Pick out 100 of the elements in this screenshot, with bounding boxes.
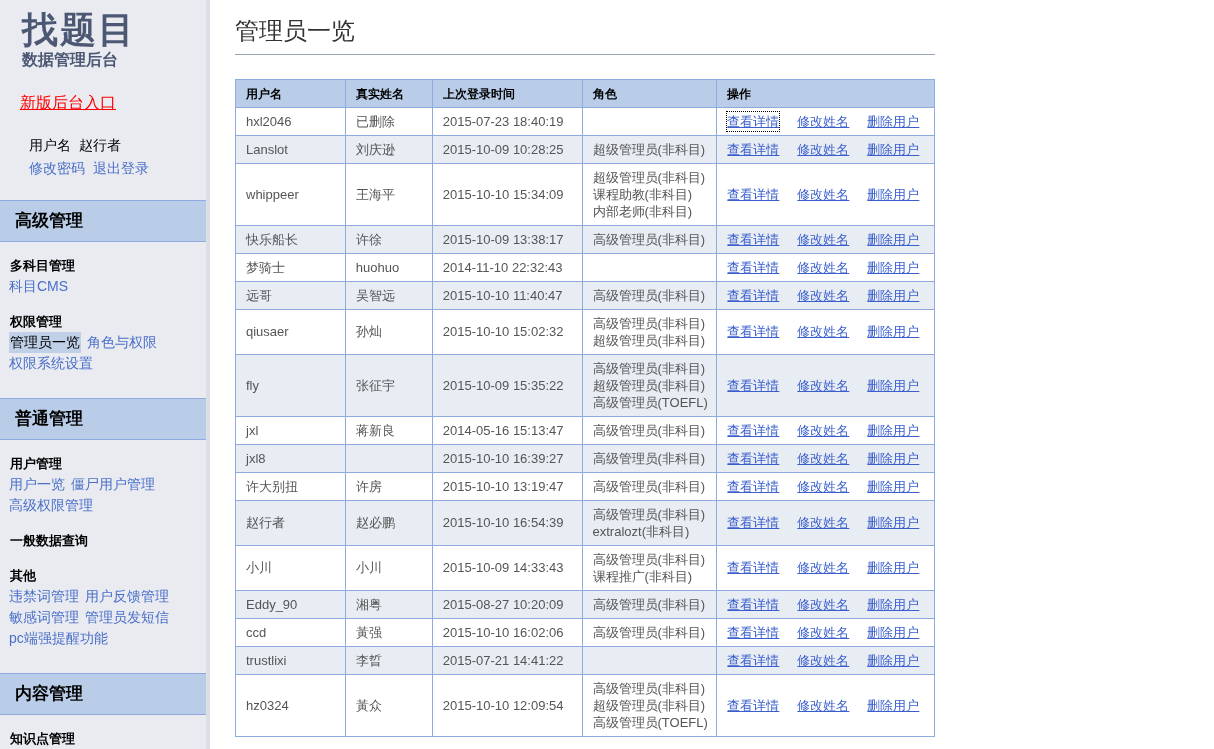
table-cell: jxl8	[235, 444, 346, 473]
action-link[interactable]: 删除用户	[867, 322, 920, 342]
nav-link[interactable]: 僵尸用户管理	[71, 474, 155, 495]
action-link[interactable]: 修改姓名	[797, 420, 850, 441]
table-cell: 2015-10-10 13:19:47	[432, 472, 582, 501]
action-link[interactable]: 删除用户	[867, 257, 920, 278]
action-link[interactable]: 查看详情	[727, 375, 780, 396]
action-link[interactable]: 修改姓名	[797, 476, 850, 497]
action-link[interactable]: 删除用户	[867, 139, 920, 160]
table-cell: 黃强	[345, 618, 433, 647]
action-link[interactable]: 修改姓名	[797, 558, 850, 578]
action-link[interactable]: 修改姓名	[797, 375, 850, 396]
nav-link[interactable]: 管理员一览	[9, 332, 81, 353]
action-link[interactable]: 删除用户	[867, 375, 920, 396]
table-cell: 2015-10-10 16:39:27	[432, 444, 582, 473]
action-link[interactable]: 查看详情	[727, 650, 780, 671]
table-cell: 已删除	[345, 107, 433, 136]
table-cell: 2015-10-10 16:02:06	[432, 618, 582, 647]
table-cell: 张征宇	[345, 354, 433, 417]
table-cell: 小川	[235, 545, 346, 591]
action-link[interactable]: 修改姓名	[797, 695, 850, 716]
action-link[interactable]: 修改姓名	[797, 139, 850, 160]
nav-link[interactable]: 管理员发短信	[85, 607, 169, 628]
action-link[interactable]: 修改姓名	[797, 257, 850, 278]
nav-link[interactable]: 高级权限管理	[9, 495, 93, 516]
action-link[interactable]: 删除用户	[867, 285, 920, 306]
account-link[interactable]: 退出登录	[93, 158, 149, 179]
nav-link[interactable]: 科目CMS	[9, 276, 69, 297]
group-title: 多科目管理	[9, 257, 76, 275]
action-link[interactable]: 修改姓名	[797, 285, 850, 306]
group-title: 其他	[9, 567, 37, 585]
action-link[interactable]: 删除用户	[867, 594, 920, 615]
action-link[interactable]: 修改姓名	[797, 322, 850, 342]
nav-link[interactable]: 角色与权限	[87, 332, 157, 353]
action-link[interactable]: 查看详情	[727, 594, 780, 615]
action-link[interactable]: 修改姓名	[797, 622, 850, 643]
group-title: 知识点管理	[9, 730, 76, 748]
action-link[interactable]: 查看详情	[727, 420, 780, 441]
action-link[interactable]: 查看详情	[727, 513, 780, 533]
action-link[interactable]: 查看详情	[727, 257, 780, 278]
action-link[interactable]: 删除用户	[867, 622, 920, 643]
table-cell: 高级管理员(非科目)	[582, 618, 717, 647]
logo-text: 找题目	[22, 10, 137, 50]
action-link[interactable]: 修改姓名	[797, 650, 850, 671]
table-cell: hz0324	[235, 674, 346, 737]
nav-link[interactable]: 敏感词管理	[9, 607, 79, 628]
table-cell: 2015-08-27 10:20:09	[432, 590, 582, 619]
table-cell: 2015-10-10 11:40:47	[432, 281, 582, 310]
nav-link[interactable]: 用户反馈管理	[85, 586, 169, 607]
action-link[interactable]: 删除用户	[867, 650, 920, 671]
table-cell: 高级管理员(非科目)	[582, 225, 717, 254]
action-link[interactable]: 删除用户	[867, 184, 920, 205]
table-cell: 小川	[345, 545, 433, 591]
nav-link[interactable]: 违禁词管理	[9, 586, 79, 607]
action-link[interactable]: 查看详情	[727, 229, 780, 250]
action-link[interactable]: 查看详情	[727, 285, 780, 306]
table-cell: qiusaer	[235, 309, 346, 355]
action-link[interactable]: 修改姓名	[797, 229, 850, 250]
table-cell: 高级管理员(非科目)	[582, 472, 717, 501]
action-link[interactable]: 删除用户	[867, 420, 920, 441]
action-link[interactable]: 修改姓名	[797, 594, 850, 615]
action-link[interactable]: 删除用户	[867, 695, 920, 716]
table-cell: 许房	[345, 472, 433, 501]
table-cell: 超级管理员(非科目) 课程助教(非科目) 内部老师(非科目)	[582, 163, 717, 226]
action-link[interactable]: 查看详情	[727, 111, 780, 132]
column-header: 用户名	[235, 79, 346, 108]
account-link[interactable]: 修改密码	[29, 158, 85, 179]
action-link[interactable]: 删除用户	[867, 448, 920, 469]
nav-link[interactable]: 用户一览	[9, 474, 65, 495]
action-link[interactable]: 查看详情	[727, 695, 780, 716]
action-link[interactable]: 查看详情	[727, 476, 780, 497]
table-cell: 2015-07-21 14:41:22	[432, 646, 582, 675]
table-cell: 许大别扭	[235, 472, 346, 501]
action-link[interactable]: 查看详情	[727, 184, 780, 205]
action-link[interactable]: 查看详情	[727, 622, 780, 643]
new-admin-link[interactable]: 新版后台入口	[20, 94, 116, 111]
column-header: 角色	[582, 79, 717, 108]
table-cell: 湘粤	[345, 590, 433, 619]
action-link[interactable]: 查看详情	[727, 322, 780, 342]
table-cell: 快乐船长	[235, 225, 346, 254]
nav-link[interactable]: pc端强提醒功能	[9, 628, 108, 649]
action-link[interactable]: 修改姓名	[797, 111, 850, 132]
action-link[interactable]: 查看详情	[727, 558, 780, 578]
action-link[interactable]: 查看详情	[727, 139, 780, 160]
action-link[interactable]: 修改姓名	[797, 513, 850, 533]
group-title: 用户管理	[9, 455, 63, 473]
column-header: 上次登录时间	[432, 79, 582, 108]
table-cell: 2014-11-10 22:32:43	[432, 253, 582, 282]
action-link[interactable]: 修改姓名	[797, 184, 850, 205]
table-cell: trustlixi	[235, 646, 346, 675]
action-link[interactable]: 删除用户	[867, 513, 920, 533]
action-link[interactable]: 删除用户	[867, 111, 920, 132]
action-link[interactable]: 删除用户	[867, 476, 920, 497]
nav-link[interactable]: 权限系统设置	[9, 353, 93, 374]
table-cell: 王海平	[345, 163, 433, 226]
action-link[interactable]: 删除用户	[867, 558, 920, 578]
action-link[interactable]: 修改姓名	[797, 448, 850, 469]
action-link[interactable]: 查看详情	[727, 448, 780, 469]
logo-subtitle: 数据管理后台	[22, 50, 119, 70]
action-link[interactable]: 删除用户	[867, 229, 920, 250]
